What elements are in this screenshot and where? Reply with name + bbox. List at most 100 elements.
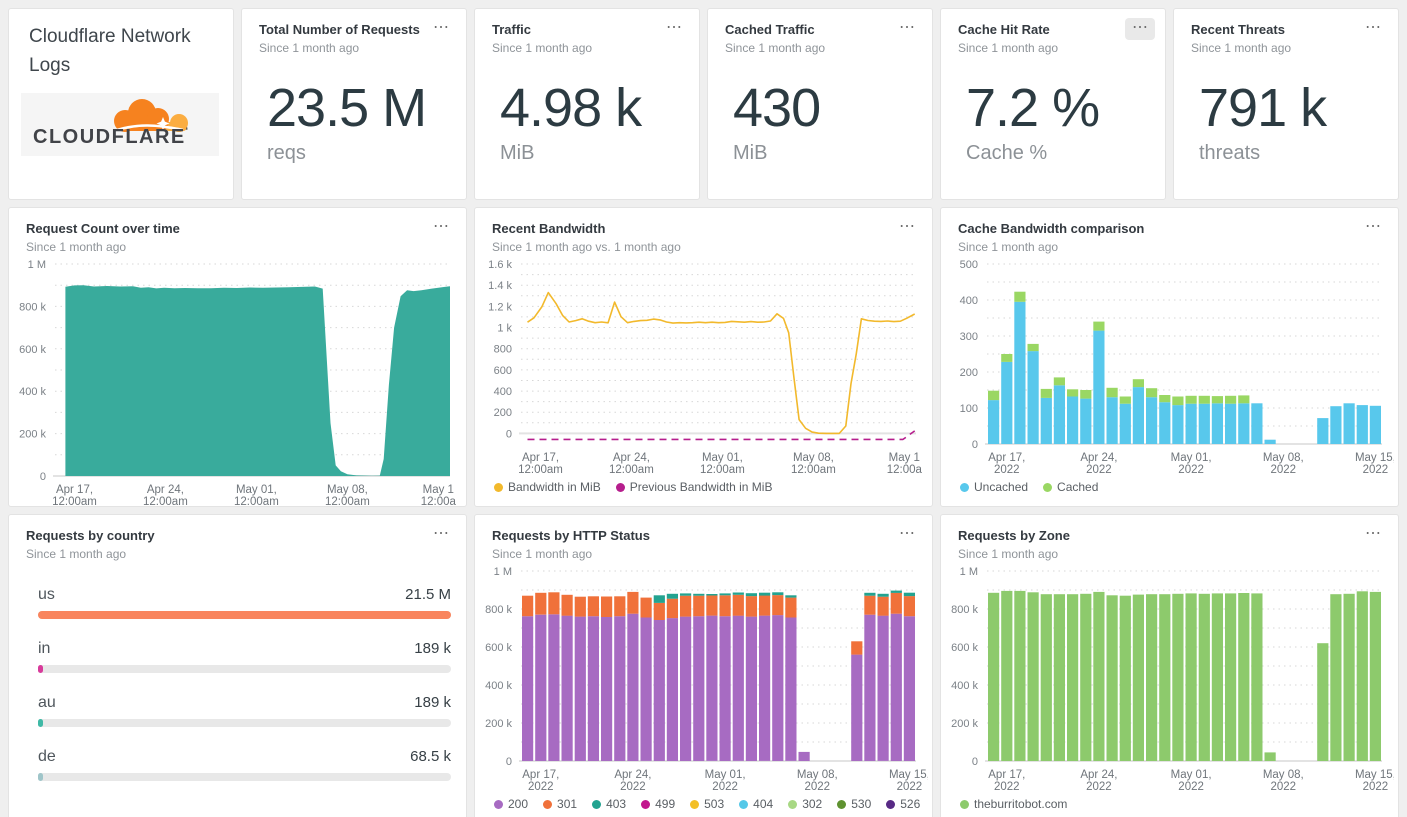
bar-segment[interactable]: [706, 615, 718, 761]
bar-segment[interactable]: [1264, 439, 1276, 444]
bar-segment[interactable]: [574, 616, 586, 761]
bar-segment[interactable]: [1198, 395, 1210, 404]
panel-title[interactable]: Requests by country: [26, 528, 436, 543]
bar-segment[interactable]: [1172, 593, 1184, 761]
panel-menu-icon[interactable]: ⋯: [1358, 18, 1388, 40]
bar-segment[interactable]: [877, 593, 889, 597]
bar-segment[interactable]: [1225, 395, 1237, 404]
bar-segment[interactable]: [1053, 385, 1065, 444]
bar-segment[interactable]: [877, 596, 889, 616]
legend-item[interactable]: 200: [494, 797, 528, 811]
bar-segment[interactable]: [759, 595, 771, 616]
legend-item[interactable]: 499: [641, 797, 675, 811]
bar-segment[interactable]: [693, 595, 705, 617]
bar-segment[interactable]: [851, 641, 863, 655]
bar-segment[interactable]: [1238, 395, 1250, 404]
legend-item[interactable]: Previous Bandwidth in MiB: [615, 480, 772, 494]
legend-item[interactable]: 530: [837, 797, 871, 811]
bar-segment[interactable]: [719, 616, 731, 761]
bar-segment[interactable]: [988, 390, 1000, 401]
bar-segment[interactable]: [548, 592, 560, 615]
request-count-chart[interactable]: 1 M 800 k 600 k 400 k 200 k 0 Apr 17, 12:00am Ap…: [9, 254, 462, 506]
bar-segment[interactable]: [745, 616, 757, 761]
legend-item[interactable]: 526: [886, 797, 920, 811]
bar-segment[interactable]: [1225, 403, 1237, 444]
bar-segment[interactable]: [587, 596, 599, 617]
bar-segment[interactable]: [1330, 594, 1342, 761]
bar-segment[interactable]: [1211, 396, 1223, 404]
bar-segment[interactable]: [1119, 396, 1131, 404]
bar-segment[interactable]: [1093, 591, 1105, 761]
panel-title[interactable]: Request Count over time: [26, 221, 436, 236]
bar-segment[interactable]: [1343, 593, 1355, 761]
bar-segment[interactable]: [666, 593, 678, 599]
bar-segment[interactable]: [627, 613, 639, 761]
bar-segment[interactable]: [1106, 595, 1118, 761]
panel-title[interactable]: Recent Bandwidth: [492, 221, 902, 236]
bar-segment[interactable]: [706, 594, 718, 596]
bar-segment[interactable]: [772, 595, 784, 616]
legend-item[interactable]: 503: [690, 797, 724, 811]
bar-segment[interactable]: [903, 596, 915, 617]
bar-segment[interactable]: [627, 591, 639, 614]
legend-item[interactable]: 302: [788, 797, 822, 811]
bar-segment[interactable]: [1330, 406, 1342, 444]
bar-segment[interactable]: [693, 593, 705, 596]
bar-segment[interactable]: [535, 592, 547, 615]
bar-segment[interactable]: [1001, 354, 1013, 362]
bar-segment[interactable]: [1132, 379, 1144, 388]
bar-segment[interactable]: [1172, 396, 1184, 406]
bar-segment[interactable]: [1001, 361, 1013, 444]
bar-segment[interactable]: [666, 598, 678, 619]
bar-segment[interactable]: [785, 617, 797, 761]
legend-item[interactable]: 403: [592, 797, 626, 811]
panel-menu-icon[interactable]: ⋯: [659, 18, 689, 40]
bar-segment[interactable]: [1106, 387, 1118, 398]
bar-segment[interactable]: [1343, 403, 1355, 444]
legend-item[interactable]: Bandwidth in MiB: [494, 480, 601, 494]
panel-title[interactable]: Traffic: [492, 22, 669, 37]
bar-segment[interactable]: [1040, 397, 1052, 444]
bar-segment[interactable]: [680, 593, 692, 596]
bar-segment[interactable]: [988, 592, 1000, 761]
bar-segment[interactable]: [890, 590, 902, 593]
legend-item[interactable]: 301: [543, 797, 577, 811]
bar-segment[interactable]: [1027, 592, 1039, 761]
bar-segment[interactable]: [1317, 643, 1329, 761]
panel-menu-icon[interactable]: ⋯: [1358, 524, 1388, 546]
bar-segment[interactable]: [864, 595, 876, 615]
panel-menu-icon[interactable]: ⋯: [426, 217, 456, 239]
panel-title[interactable]: Recent Threats: [1191, 22, 1368, 37]
bar-segment[interactable]: [1356, 405, 1368, 444]
cache-bandwidth-chart[interactable]: 500 400 300 200 100 0 Apr 17, 2022 Apr 24, 2022 Ma…: [941, 254, 1394, 474]
bar-segment[interactable]: [1014, 291, 1026, 302]
bar-segment[interactable]: [640, 597, 652, 618]
bar-segment[interactable]: [1251, 403, 1263, 444]
bar-segment[interactable]: [693, 616, 705, 761]
panel-menu-icon[interactable]: ⋯: [426, 18, 456, 40]
legend-item[interactable]: Uncached: [960, 480, 1028, 494]
bar-segment[interactable]: [1027, 351, 1039, 444]
bar-segment[interactable]: [1185, 403, 1197, 444]
recent-bandwidth-chart[interactable]: 1.6 k 1.4 k 1.2 k1 k 800 600 400 200 0 Apr 17, 12…: [475, 254, 928, 474]
bar-segment[interactable]: [903, 616, 915, 761]
bar-segment[interactable]: [798, 751, 810, 761]
bar-segment[interactable]: [653, 595, 665, 603]
bar-segment[interactable]: [1119, 595, 1131, 761]
bar-segment[interactable]: [1119, 403, 1131, 444]
bar-segment[interactable]: [574, 596, 586, 617]
bar-segment[interactable]: [1080, 390, 1092, 399]
panel-title[interactable]: Total Number of Requests: [259, 22, 436, 37]
bar-segment[interactable]: [890, 613, 902, 761]
panel-menu-icon[interactable]: ⋯: [892, 524, 922, 546]
bar-segment[interactable]: [601, 596, 613, 618]
bar-segment[interactable]: [1369, 591, 1381, 761]
bar-segment[interactable]: [1251, 593, 1263, 761]
bar-segment[interactable]: [1067, 594, 1079, 761]
bar-segment[interactable]: [719, 595, 731, 617]
panel-menu-icon[interactable]: ⋯: [1358, 217, 1388, 239]
bar-segment[interactable]: [1014, 590, 1026, 761]
bar-segment[interactable]: [1159, 402, 1171, 444]
bar-segment[interactable]: [653, 620, 665, 761]
legend-item[interactable]: theburritobot.com: [960, 797, 1067, 811]
